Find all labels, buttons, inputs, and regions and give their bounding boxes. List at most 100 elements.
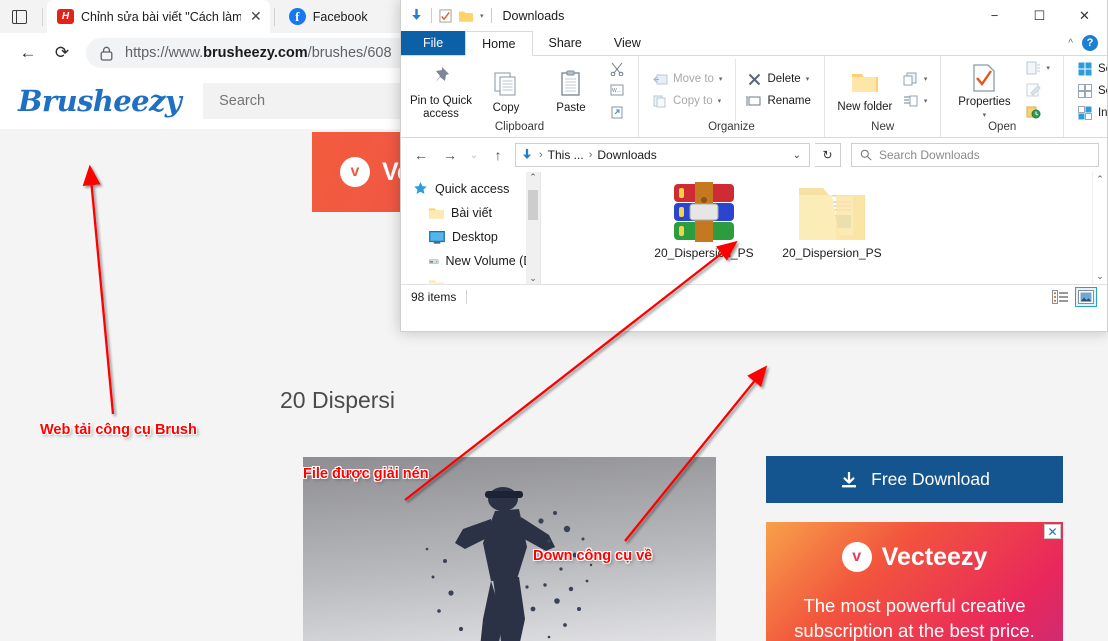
select-none-label: Select none [1098,85,1108,97]
page-title: 20 Dispersi [280,387,395,414]
explorer-search-box[interactable]: Search Downloads [851,143,1099,167]
paste-shortcut-icon [609,104,625,120]
customize-caret-icon[interactable]: ▾ [480,12,484,20]
back-button[interactable]: ← [12,37,44,69]
nav-up-button[interactable]: ↑ [486,143,510,167]
close-icon[interactable]: ✕ [250,8,262,25]
nav-item-partial[interactable] [401,273,540,284]
file-explorer-window: ▾ Downloads − ☐ ✕ File Home Share View ^… [400,0,1108,332]
details-view-button[interactable] [1049,287,1071,307]
breadcrumb-item-this-pc[interactable]: This ... [548,148,584,162]
url-text: https://www.brusheezy.com/brushes/608 [125,45,392,61]
ribbon-group-body: Move to ▾ Copy to ▾ [643,56,820,121]
new-folder-icon[interactable] [459,10,473,22]
tab-actions-button[interactable] [0,0,38,33]
ribbon-tab-home[interactable]: Home [465,31,532,56]
nav-pane-scrollbar[interactable]: ⌃ ⌄ [526,172,540,284]
brusheezy-logo[interactable]: Brusheezy [18,84,181,118]
move-to-button[interactable]: Move to ▾ [648,70,726,89]
list-item[interactable]: 20_Dispersion_PS [639,174,769,261]
folder-icon [429,279,444,285]
new-item-icon [903,71,919,87]
new-folder-button[interactable]: New folder [834,65,896,114]
delete-button[interactable]: Delete ▾ [742,70,814,89]
select-buttons: Select all Select none Inv [1073,59,1108,123]
browser-tab-brusheezy[interactable]: H Chỉnh sửa bài viết "Cách làm hình ✕ [47,0,270,33]
easy-access-button[interactable]: ▾ [899,92,932,111]
open-with-button[interactable]: ▾ [1021,59,1054,78]
close-button[interactable]: ✕ [1062,0,1107,31]
nav-recent-locations-button[interactable]: ⌄ [467,143,481,167]
download-icon [409,8,424,23]
invert-selection-button[interactable]: Invert selection [1073,104,1108,123]
breadcrumb[interactable]: › This ... › Downloads ⌄ [515,143,810,167]
file-name: 20_Dispersion_PS [767,246,897,261]
scroll-down-icon[interactable]: ⌄ [1096,271,1104,282]
divider [466,290,467,304]
ribbon-group-body: Select all Select none Inv [1068,56,1108,123]
copy-to-button[interactable]: Copy to ▾ [648,92,726,111]
folder-icon [429,207,444,220]
close-ad-icon[interactable]: ✕ [1044,524,1061,539]
file-name: 20_Dispersion_PS [639,246,769,261]
rename-label: Rename [767,95,810,107]
pin-to-quick-access-button[interactable]: Pin to Quick access [410,59,472,121]
nav-item-label: Quick access [435,182,509,196]
chevron-down-icon: ▾ [983,112,987,120]
star-pin-icon [413,182,428,196]
ribbon-group-organize: Move to ▾ Copy to ▾ [638,56,824,137]
browser-tab-facebook[interactable]: f Facebook [279,0,376,33]
explorer-main: Quick access Bài viết Desktop [401,172,1107,284]
copy-path-button[interactable]: W... [605,81,629,100]
scroll-thumb[interactable] [528,190,538,220]
select-none-icon [1077,83,1093,99]
chevron-down-icon[interactable]: ⌄ [793,150,805,161]
refresh-button[interactable]: ↻ [815,143,841,167]
cut-button[interactable] [605,59,629,78]
edit-button[interactable] [1021,81,1054,100]
nav-item-quick-access[interactable]: Quick access [401,177,540,201]
product-preview-image[interactable]: Dispersion PS Brushes • [303,457,716,641]
help-icon[interactable]: ? [1082,35,1098,51]
nav-item-new-volume-d[interactable]: New Volume (D:) [401,249,540,273]
nav-item-desktop[interactable]: Desktop [401,225,540,249]
maximize-button[interactable]: ☐ [1017,0,1062,31]
list-item[interactable]: 20_Dispersion_PS [767,174,897,261]
collapse-ribbon-icon[interactable]: ^ [1068,38,1073,49]
scroll-up-icon[interactable]: ⌃ [529,172,537,183]
ribbon-tab-share[interactable]: Share [533,31,598,55]
properties-check-icon[interactable] [439,9,452,23]
ribbon-tab-file[interactable]: File [401,31,465,55]
explorer-title-bar[interactable]: ▾ Downloads − ☐ ✕ [401,0,1107,31]
nav-forward-button[interactable]: → [438,143,462,167]
properties-button[interactable]: Properties ▾ [950,60,1018,120]
vecteezy-ad[interactable]: ✕ v Vecteezy The most powerful creative … [766,522,1063,641]
scroll-up-icon[interactable]: ⌃ [1096,174,1104,185]
copy-button[interactable]: Copy [475,66,537,115]
file-list-scrollbar[interactable]: ⌃ ⌄ [1092,172,1107,284]
new-item-button[interactable]: ▾ [899,70,932,89]
large-icons-view-button[interactable] [1075,287,1097,307]
reload-button[interactable]: ⟳ [46,37,78,69]
drive-icon [429,255,439,267]
scroll-down-icon[interactable]: ⌄ [529,273,537,284]
clipboard-small-buttons: W... [605,59,629,121]
select-all-button[interactable]: Select all [1073,60,1108,79]
minimize-button[interactable]: − [972,0,1017,31]
paste-button[interactable]: Paste [540,66,602,115]
window-controls: − ☐ ✕ [972,0,1107,31]
free-download-button[interactable]: Free Download [766,456,1063,503]
ribbon-tab-view[interactable]: View [598,31,657,55]
ribbon-group-body: New folder ▾ ▾ [829,56,937,121]
breadcrumb-item-downloads[interactable]: Downloads [597,148,656,162]
rename-button[interactable]: Rename [742,92,814,111]
nav-back-button[interactable]: ← [409,143,433,167]
free-download-label: Free Download [871,469,990,490]
select-none-button[interactable]: Select none [1073,82,1108,101]
copy-icon [493,69,519,99]
paste-shortcut-button[interactable] [605,103,629,122]
nav-item-bai-viet[interactable]: Bài viết [401,201,540,225]
nav-item-label: Desktop [452,230,498,244]
svg-text:W...: W... [612,88,621,94]
history-button[interactable] [1021,102,1054,121]
